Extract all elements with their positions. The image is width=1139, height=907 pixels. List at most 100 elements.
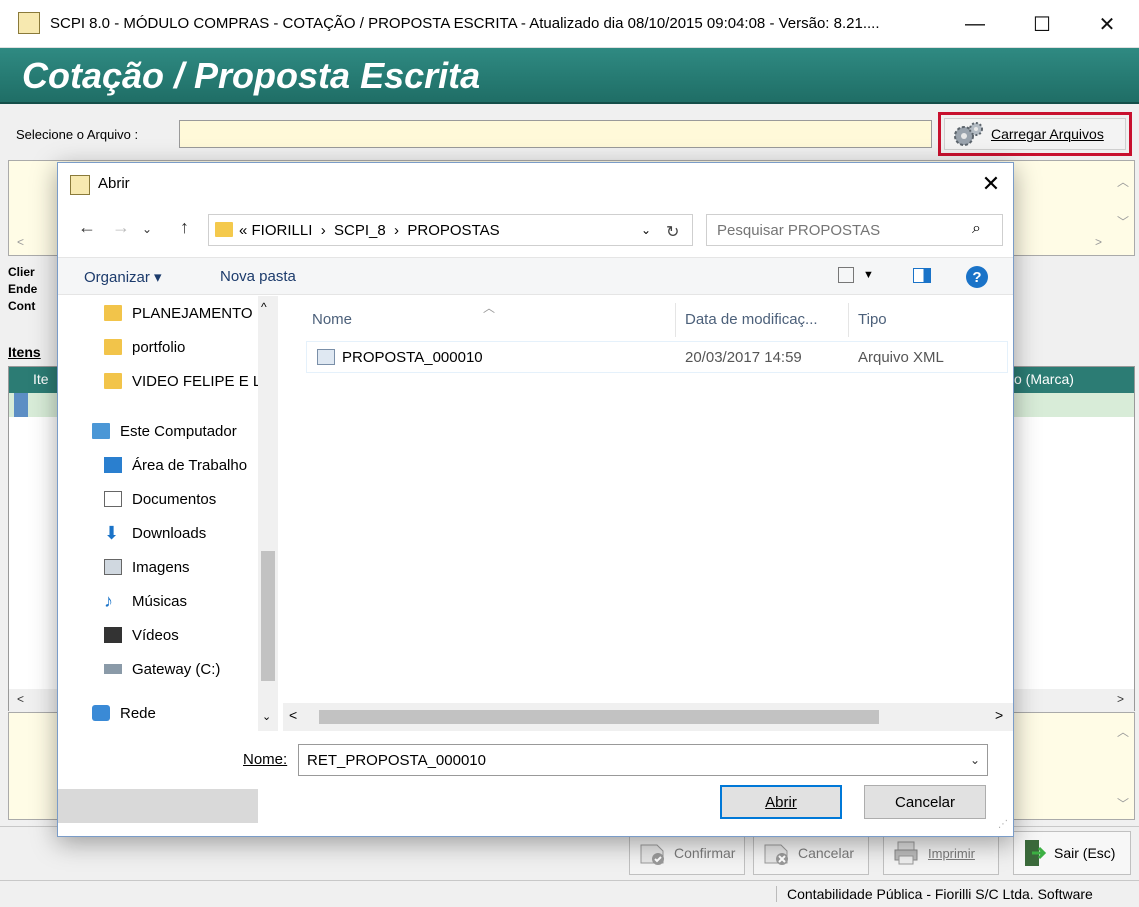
nav-item-documents[interactable]: Documentos bbox=[58, 482, 258, 516]
file-list-horizontal-scrollbar[interactable]: < > bbox=[283, 703, 1013, 731]
nav-selection-highlight bbox=[58, 789, 258, 823]
scrollbar-thumb[interactable] bbox=[319, 710, 879, 724]
scroll-down-icon[interactable]: ⌄ bbox=[262, 710, 271, 723]
column-header-name[interactable]: Nome bbox=[312, 311, 352, 328]
nav-item-network[interactable]: Rede bbox=[58, 696, 258, 730]
back-arrow-icon[interactable]: ← bbox=[78, 217, 96, 238]
scroll-down-icon[interactable]: ﹀ bbox=[1117, 795, 1129, 812]
preview-pane-icon[interactable] bbox=[913, 268, 931, 283]
scroll-left-icon[interactable]: < bbox=[17, 692, 24, 706]
column-header-brand[interactable]: o (Marca) bbox=[1014, 371, 1074, 387]
dialog-cancel-button[interactable]: Cancelar bbox=[864, 785, 986, 819]
dialog-close-button[interactable]: ✕ bbox=[976, 169, 1006, 199]
close-icon: ✕ bbox=[981, 171, 1001, 196]
scroll-left-icon[interactable]: < bbox=[289, 707, 297, 723]
file-date: 20/03/2017 14:59 bbox=[685, 349, 802, 366]
print-button[interactable]: Imprimir bbox=[883, 831, 999, 875]
load-files-button[interactable]: Carregar Arquivos bbox=[944, 118, 1126, 150]
contact-label: Cont bbox=[8, 299, 36, 313]
nav-item-downloads[interactable]: ⬇ Downloads bbox=[58, 516, 258, 550]
nav-item-label: Documentos bbox=[132, 490, 217, 508]
refresh-icon[interactable]: ↻ bbox=[666, 222, 679, 242]
nav-item-drive-c[interactable]: Gateway (C:) bbox=[58, 652, 258, 686]
file-path-input[interactable] bbox=[179, 120, 932, 148]
nav-item-videos[interactable]: Vídeos bbox=[58, 618, 258, 652]
scrollbar-thumb[interactable] bbox=[261, 551, 275, 681]
confirm-label: Confirmar bbox=[674, 845, 736, 861]
column-separator[interactable] bbox=[675, 303, 676, 337]
minimize-button[interactable]: — bbox=[946, 0, 1004, 48]
file-type: Arquivo XML bbox=[858, 349, 944, 366]
close-button[interactable]: ✕ bbox=[1078, 0, 1136, 48]
filename-input[interactable] bbox=[298, 744, 988, 776]
dialog-app-icon bbox=[70, 175, 90, 195]
organize-menu[interactable]: Organizar ▾ bbox=[84, 268, 162, 286]
scroll-left-icon[interactable]: < bbox=[17, 235, 24, 249]
resize-grip-icon[interactable]: ⋰ bbox=[998, 819, 1008, 830]
cancel-toolbar-button[interactable]: Cancelar bbox=[753, 831, 869, 875]
confirm-icon bbox=[640, 844, 664, 865]
network-icon bbox=[92, 705, 110, 721]
nav-item-video-felipe[interactable]: VIDEO FELIPE E L bbox=[58, 364, 258, 398]
nav-item-images[interactable]: Imagens bbox=[58, 550, 258, 584]
cancel-icon bbox=[764, 844, 788, 865]
nav-item-desktop[interactable]: Área de Trabalho bbox=[58, 448, 258, 482]
search-icon[interactable]: ⌕ bbox=[972, 220, 981, 238]
search-input[interactable] bbox=[706, 214, 1003, 246]
address-dropdown-icon[interactable]: ⌄ bbox=[641, 223, 651, 237]
status-text: Contabilidade Pública - Fiorilli S/C Ltd… bbox=[776, 886, 1093, 902]
nav-item-music[interactable]: ♪ Músicas bbox=[58, 584, 258, 618]
nav-item-portfolio[interactable]: portfolio bbox=[58, 330, 258, 364]
help-icon[interactable]: ? bbox=[966, 266, 988, 288]
nav-item-label: Este Computador bbox=[120, 422, 237, 440]
tab-items[interactable]: Itens bbox=[8, 344, 41, 360]
forward-arrow-icon[interactable]: → bbox=[112, 217, 130, 238]
page-title: Cotação / Proposta Escrita bbox=[22, 55, 481, 96]
printer-icon bbox=[894, 841, 918, 865]
new-folder-button[interactable]: Nova pasta bbox=[220, 268, 296, 285]
confirm-button[interactable]: Confirmar bbox=[629, 831, 745, 875]
recent-locations-icon[interactable]: ⌄ bbox=[142, 222, 152, 236]
row-selector[interactable] bbox=[14, 393, 28, 417]
client-info: Clier Ende Cont bbox=[8, 264, 37, 315]
maximize-button[interactable]: ☐ bbox=[1013, 0, 1071, 48]
scroll-up-icon[interactable]: ︿ bbox=[1117, 173, 1129, 190]
folder-icon bbox=[215, 222, 233, 237]
music-icon: ♪ bbox=[104, 591, 113, 611]
maximize-icon: ☐ bbox=[1033, 13, 1051, 36]
downloads-icon: ⬇ bbox=[104, 523, 120, 543]
chevron-down-icon[interactable]: ▼ bbox=[863, 269, 874, 281]
scroll-up-icon[interactable]: ︿ bbox=[1117, 723, 1129, 740]
scroll-down-icon[interactable]: ﹀ bbox=[1117, 213, 1129, 230]
column-separator[interactable] bbox=[848, 303, 849, 337]
column-header-item[interactable]: Ite bbox=[33, 371, 49, 387]
open-file-dialog: Abrir ✕ ← → ⌄ ↑ « FIORILLI › SCPI_8 › PR… bbox=[57, 162, 1014, 837]
scroll-right-icon[interactable]: > bbox=[1095, 235, 1102, 249]
videos-icon bbox=[104, 627, 122, 643]
nav-pane-scrollbar[interactable]: ^ ⌄ bbox=[258, 296, 278, 731]
address-label: Ende bbox=[8, 282, 38, 296]
scroll-up-icon[interactable]: ^ bbox=[261, 300, 267, 314]
nav-item-label: Vídeos bbox=[132, 626, 179, 644]
up-arrow-icon[interactable]: ↑ bbox=[180, 217, 189, 238]
view-options-icon[interactable] bbox=[838, 267, 854, 283]
nav-item-label: Gateway (C:) bbox=[132, 660, 221, 678]
scroll-right-icon[interactable]: > bbox=[1117, 692, 1124, 706]
nav-item-this-pc[interactable]: Este Computador bbox=[58, 414, 258, 448]
column-header-type[interactable]: Tipo bbox=[858, 311, 887, 328]
window-title: SCPI 8.0 - MÓDULO COMPRAS - COTAÇÃO / PR… bbox=[50, 15, 880, 32]
navigation-pane: PLANEJAMENTO portfolio VIDEO FELIPE E L … bbox=[58, 296, 283, 823]
gears-icon bbox=[954, 122, 983, 146]
column-header-date[interactable]: Data de modificaç... bbox=[685, 311, 818, 328]
address-bar[interactable]: « FIORILLI › SCPI_8 › PROPOSTAS ⌄ bbox=[208, 214, 693, 246]
nav-item-planejamento[interactable]: PLANEJAMENTO bbox=[58, 296, 258, 330]
scroll-right-icon[interactable]: > bbox=[995, 707, 1003, 723]
close-icon: ✕ bbox=[1098, 13, 1116, 36]
exit-button[interactable]: Sair (Esc) bbox=[1013, 831, 1131, 875]
open-button[interactable]: Abrir bbox=[720, 785, 842, 819]
folder-error-icon bbox=[104, 339, 122, 355]
open-button-label: Abrir bbox=[765, 793, 797, 811]
file-list-item[interactable]: PROPOSTA_000010 20/03/2017 14:59 Arquivo… bbox=[306, 341, 1008, 373]
address-breadcrumb[interactable]: « FIORILLI › SCPI_8 › PROPOSTAS bbox=[239, 222, 500, 239]
chevron-down-icon[interactable]: ⌄ bbox=[970, 753, 980, 767]
